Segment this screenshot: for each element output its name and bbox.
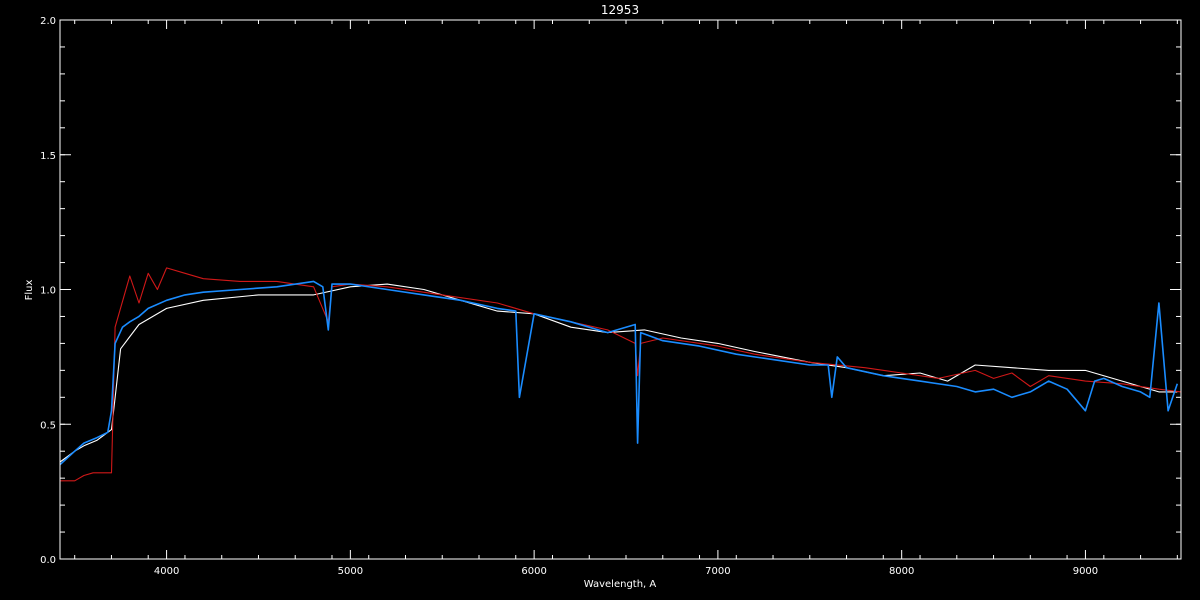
y-tick-label: 0.5 xyxy=(40,420,56,431)
chart-title: 12953 xyxy=(601,3,639,17)
y-axis-label: Flux xyxy=(24,280,35,301)
x-tick-label: 4000 xyxy=(154,566,179,577)
x-tick-label: 5000 xyxy=(338,566,363,577)
chart-background xyxy=(0,0,1200,600)
spectrum-chart: 12953 4000 5000 6000 7000 8000 9000 0.0 0.5 1.0 1… xyxy=(0,0,1200,600)
y-tick-label: 1.5 xyxy=(40,151,56,162)
x-axis-label: Wavelength, A xyxy=(584,579,657,590)
y-tick-label: 0.0 xyxy=(40,555,56,566)
y-tick-label: 2.0 xyxy=(40,16,56,27)
x-tick-label: 7000 xyxy=(705,566,730,577)
y-tick-label: 1.0 xyxy=(40,286,56,297)
x-tick-label: 8000 xyxy=(889,566,914,577)
x-tick-label: 9000 xyxy=(1073,566,1098,577)
x-tick-label: 6000 xyxy=(521,566,546,577)
